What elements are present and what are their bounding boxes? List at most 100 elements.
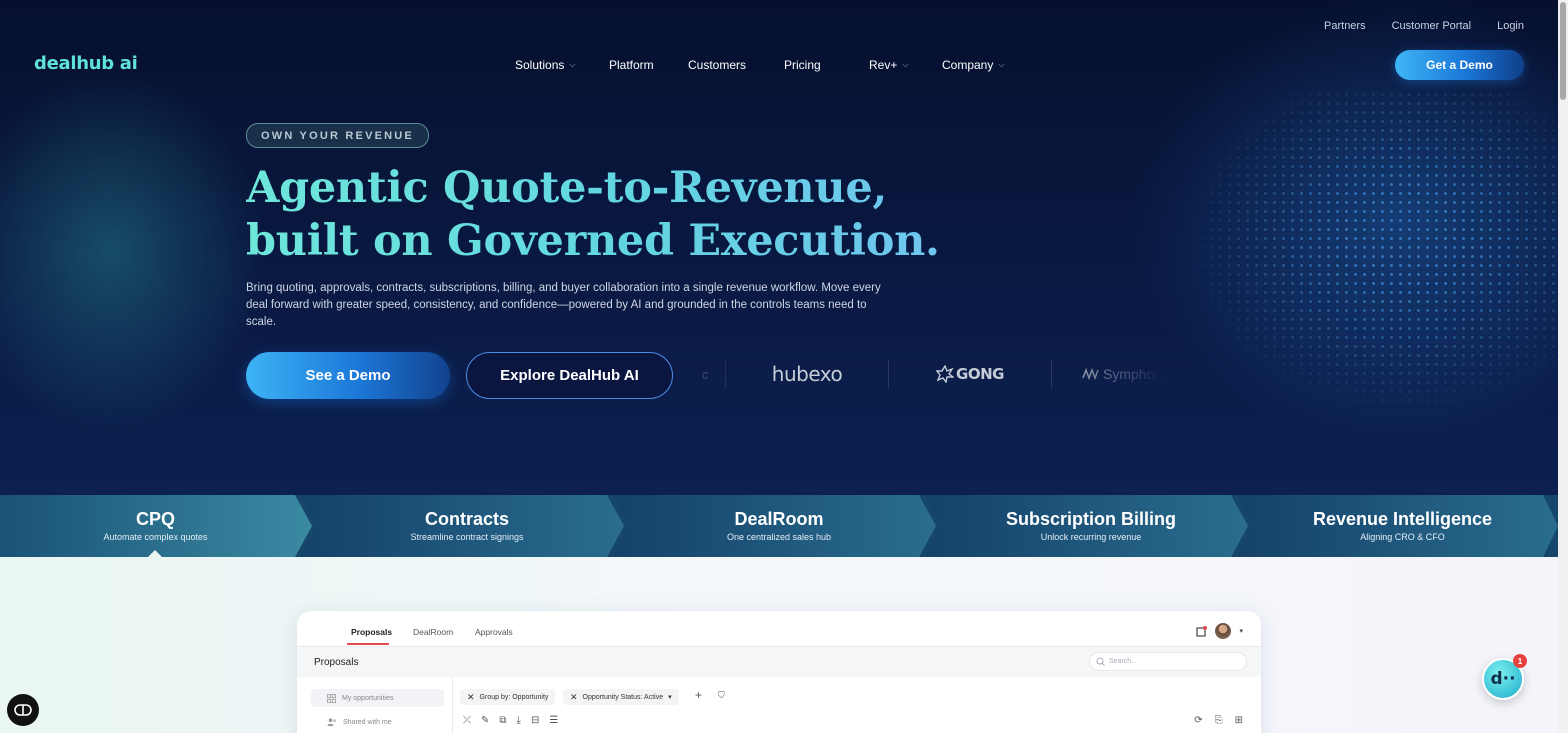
tab-title: Revenue Intelligence [1312,509,1493,529]
chevron-down-icon[interactable]: ▾ [1239,627,1243,635]
refresh-icon[interactable]: ⟳ [1194,715,1202,726]
chevron-down-icon: ⌵ [902,60,909,69]
grid-icon [327,693,336,703]
nav-item-rev-plus[interactable]: Rev+ ⌵ [869,58,942,72]
tab-subtitle: Aligning CRO & CFO [1360,532,1445,542]
dealhub-logo[interactable]: dealhub ai [34,53,138,74]
symphony-wave-icon [1082,368,1099,380]
gong-logo: GONG [889,356,1051,392]
page-scrollbar[interactable] [1558,0,1568,733]
add-filter-icon[interactable]: + [695,688,702,702]
login-link[interactable]: Login [1497,20,1524,32]
edit-icon[interactable]: ✎ [481,715,489,726]
sidebar-divider [452,677,453,733]
nav-label: Solutions [515,58,565,72]
app-header-icons: ▾ [1196,623,1243,639]
app-tab-proposals[interactable]: Proposals [351,627,392,637]
download-icon[interactable]: ⤓ [517,715,521,726]
chevron-down-icon: ⌵ [569,60,576,69]
nav-label: Rev+ [869,58,898,72]
tab-subtitle: Streamline contract signings [410,532,524,542]
sidebar-label: My opportunities [342,694,394,702]
app-tab-dealroom[interactable]: DealRoom [413,627,453,637]
app-tab-approvals[interactable]: Approvals [475,627,513,637]
hubexo-logo-text: hubexo [771,362,843,386]
tab-cpq[interactable]: CPQ Automate complex quotes [0,495,311,557]
nav-label: Customers [688,58,747,72]
search-input[interactable]: Search... [1089,652,1247,671]
customer-portal-link[interactable]: Customer Portal [1392,20,1471,32]
sidebar-item-my-opportunities[interactable]: My opportunities [311,689,444,707]
close-icon[interactable]: ✕ [570,692,578,703]
filter-chip-opportunity-status[interactable]: ✕ Opportunity Status: Active ▾ [563,689,679,705]
tab-title: DealRoom [734,509,824,529]
chat-unread-badge: 1 [1513,654,1527,668]
sidebar-item-shared-with-me[interactable]: Shared with me [311,713,444,731]
partial-logo-text: c [701,366,709,382]
nav-item-pricing[interactable]: Pricing [784,58,869,72]
partners-link[interactable]: Partners [1324,20,1366,32]
symphony-logo-text: Symphony [1103,366,1170,382]
symphony-logo: Symphony [1052,356,1169,392]
app-page-header: Proposals Search... [297,647,1261,677]
chevron-down-icon: ▾ [668,694,672,701]
hubexo-logo: hubexo [726,356,888,392]
archive-icon[interactable]: ⊟ [531,715,539,726]
search-icon [1096,657,1105,666]
sidebar-label: Shared with me [343,718,392,726]
headline-line-1: Agentic Quote-to-Revenue, [246,163,888,213]
copy-icon[interactable]: ⧉ [499,715,506,726]
filter-icon[interactable]: ⛉ [718,690,725,701]
tab-contracts[interactable]: Contracts Streamline contract signings [311,495,623,557]
symphony-logo-mark: Symphony [1082,366,1169,382]
scrollbar-thumb[interactable] [1560,2,1566,100]
hero-badge: OWN YOUR REVENUE [246,123,429,148]
hero-subtext: Bring quoting, approvals, contracts, sub… [246,282,881,328]
tab-title: Subscription Billing [1006,509,1176,529]
filter-chip-group-by[interactable]: ✕ Group by: Opportunity [460,689,556,705]
toolbar: ⤫ ✎ ⧉ ⤓ ⊟ ☰ [463,715,558,726]
nav-item-customers[interactable]: Customers [688,58,784,72]
accessibility-button[interactable] [7,694,39,726]
nav-label: Company [942,58,994,72]
see-a-demo-button[interactable]: See a Demo [246,352,450,399]
tab-revenue-intelligence[interactable]: Revenue Intelligence Aligning CRO & CFO [1247,495,1558,557]
nav-label: Platform [609,58,654,72]
partial-logo: c [685,356,725,392]
avatar[interactable] [1215,623,1232,639]
tab-subscription-billing[interactable]: Subscription Billing Unlock recurring re… [935,495,1247,557]
nav-item-solutions[interactable]: Solutions ⌵ [515,58,609,72]
tab-subtitle: Automate complex quotes [103,532,208,542]
notification-icon[interactable] [1196,625,1208,637]
get-a-demo-button[interactable]: Get a Demo [1395,50,1524,80]
toolbar-right: ⟳ ⎘ ⊞ [1194,715,1243,726]
nav-item-company[interactable]: Company ⌵ [942,58,1004,72]
users-icon [327,718,336,726]
gong-logo-text: GONG [956,365,1004,383]
tab-dealroom[interactable]: DealRoom One centralized sales hub [623,495,935,557]
active-tab-indicator [347,643,389,645]
main-nav: Solutions ⌵ Platform Customers Pricing R… [515,58,1004,72]
utility-nav: Partners Customer Portal Login [1324,20,1524,32]
collapse-icon[interactable]: ⤫ [463,715,471,726]
app-header: Proposals DealRoom Approvals ▾ [297,611,1261,647]
decorative-dot-grid [1180,90,1558,420]
list-icon[interactable]: ☰ [549,715,558,726]
tab-subtitle: One centralized sales hub [726,532,832,542]
page-title: Proposals [314,657,359,668]
close-icon[interactable]: ✕ [467,692,475,703]
export-icon[interactable]: ⎘ [1215,715,1223,726]
nav-item-platform[interactable]: Platform [609,58,688,72]
customer-logo-carousel: c hubexo GONG Symphony [685,356,1169,392]
headline-line-2: built on Governed Execution. [246,216,940,266]
tab-title: Contracts [424,509,509,529]
search-placeholder: Search... [1109,658,1138,665]
accessibility-icon [14,704,32,716]
chevron-down-icon: ⌵ [998,60,1005,69]
gong-logo-mark: GONG [936,365,1004,383]
settings-icon[interactable]: ⊞ [1235,715,1243,726]
explore-dealhub-ai-button[interactable]: Explore DealHub AI [466,352,673,399]
filter-label: Opportunity Status: Active [582,693,664,701]
product-tabs: CPQ Automate complex quotes Contracts St… [0,495,1558,557]
app-preview-window: Proposals DealRoom Approvals ▾ Proposals [297,611,1261,733]
